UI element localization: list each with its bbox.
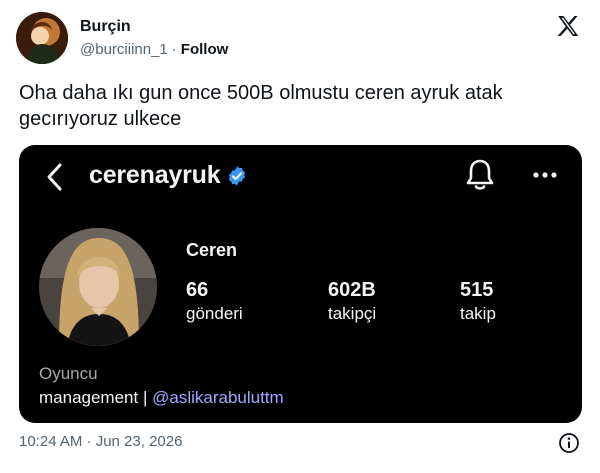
followers-stat: 602B takipçi: [328, 278, 376, 326]
author-handle-row: @burciiinn_1 · Follow: [80, 41, 228, 58]
back-arrow-icon: [47, 163, 62, 191]
embedded-image[interactable]: cerenayruk Ceren 66 gönderi 602B takipçi…: [19, 145, 582, 423]
bell-icon: [466, 159, 494, 190]
followers-count: 602B: [328, 279, 376, 301]
tweet-timestamp[interactable]: 10:24 AM · Jun 23, 2026: [19, 433, 182, 450]
x-logo-icon[interactable]: [556, 14, 580, 38]
following-label: takip: [460, 304, 496, 323]
ig-bio: management | @aslikarabuluttm: [39, 388, 284, 408]
tweet-text: Oha daha ıkı gun once 500B olmustu ceren…: [19, 82, 503, 130]
posts-stat: 66 gönderi: [186, 278, 243, 326]
user-avatar-photo-icon: [16, 12, 68, 64]
verified-badge-icon: [229, 165, 246, 186]
following-stat: 515 takip: [460, 278, 496, 326]
ig-category: Oyuncu: [39, 364, 98, 383]
following-count: 515: [460, 279, 494, 301]
ig-bio-mention: @aslikarabuluttm: [152, 388, 284, 407]
info-icon[interactable]: [558, 432, 580, 454]
more-icon: [533, 172, 557, 178]
handle-separator: ·: [171, 41, 177, 58]
author-avatar[interactable]: [16, 12, 68, 64]
follow-button[interactable]: Follow: [181, 41, 229, 58]
ig-profile-picture: [39, 228, 157, 346]
ig-display-name: Ceren: [186, 240, 238, 260]
followers-label: takipçi: [328, 304, 377, 323]
tweet-header: Burçin @burciiinn_1 · Follow: [16, 12, 584, 64]
ig-bio-text: management |: [39, 388, 148, 407]
profile-photo-icon: [39, 228, 157, 346]
author-display-name[interactable]: Burçin: [80, 18, 131, 36]
posts-label: gönderi: [186, 304, 243, 323]
posts-count: 66: [186, 279, 209, 301]
ig-username-row: cerenayruk: [89, 161, 248, 190]
ig-username: cerenayruk: [89, 161, 221, 189]
author-handle[interactable]: @burciiinn_1: [80, 41, 168, 58]
